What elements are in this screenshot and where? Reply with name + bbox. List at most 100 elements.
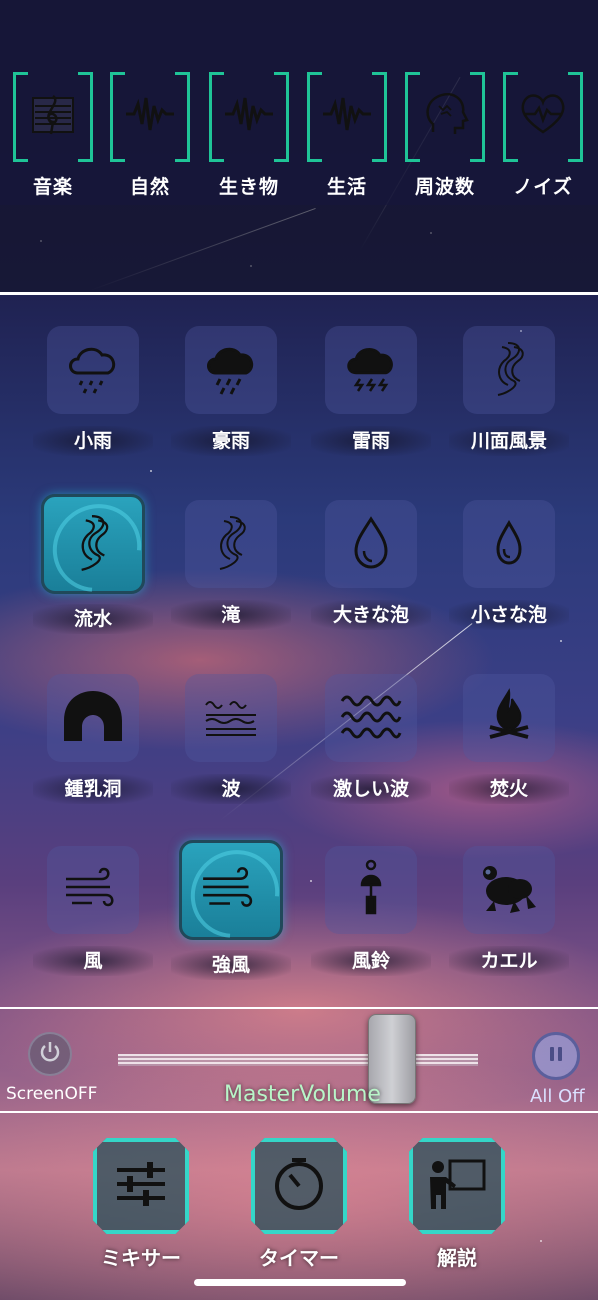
master-volume-track[interactable] <box>118 1054 478 1066</box>
category-label: 生活 <box>326 176 367 198</box>
all-off-label: All Off <box>530 1086 585 1107</box>
mixer-tool[interactable]: ミキサー <box>86 1138 196 1271</box>
sound-label: 強風 <box>171 950 291 980</box>
campfire-icon <box>478 685 540 751</box>
sound-button[interactable] <box>47 326 139 414</box>
sound-button[interactable] <box>463 674 555 762</box>
droplet-icon <box>340 511 402 577</box>
sound-label: カエル <box>449 946 569 976</box>
guide-label: 解説 <box>437 1246 477 1270</box>
sound-label: 焚火 <box>449 774 569 804</box>
sound-label: 波 <box>171 774 291 804</box>
category-nature[interactable]: 自然 <box>110 72 190 199</box>
wind-chime-icon <box>340 857 402 923</box>
sound-button[interactable] <box>185 500 277 588</box>
sound-big-bubbles[interactable]: 大きな泡 <box>302 500 440 630</box>
sound-button[interactable] <box>325 500 417 588</box>
power-icon <box>37 1039 63 1069</box>
sound-label: 流水 <box>33 604 153 634</box>
sound-button[interactable] <box>325 326 417 414</box>
category-bar-shadow <box>0 205 598 293</box>
music-score-icon <box>13 72 93 162</box>
sound-button-active[interactable] <box>41 494 145 594</box>
sound-small-bubbles[interactable]: 小さな泡 <box>440 500 578 630</box>
sound-label: 大きな泡 <box>311 600 431 630</box>
sound-button[interactable] <box>463 500 555 588</box>
category-frequency[interactable]: 周波数 <box>405 72 485 199</box>
mixer-button[interactable] <box>93 1138 189 1234</box>
guide-button[interactable] <box>409 1138 505 1234</box>
category-label: 音楽 <box>32 176 73 198</box>
sound-button-active[interactable] <box>179 840 283 940</box>
timer-tool[interactable]: タイマー <box>244 1138 354 1271</box>
category-life[interactable]: 生活 <box>307 72 387 199</box>
sound-button[interactable] <box>185 674 277 762</box>
category-label: 自然 <box>129 176 170 198</box>
category-creatures[interactable]: 生き物 <box>209 72 289 199</box>
timer-icon <box>270 1155 328 1217</box>
sound-label: 鍾乳洞 <box>33 774 153 804</box>
all-off-button[interactable] <box>532 1032 580 1080</box>
divider-top <box>0 292 598 295</box>
waterfall-icon <box>200 511 262 577</box>
category-noise[interactable]: ノイズ <box>503 72 583 199</box>
sound-label: 風 <box>33 946 153 976</box>
river-icon <box>478 337 540 403</box>
presentation-icon <box>426 1155 488 1217</box>
brain-head-icon <box>405 72 485 162</box>
sound-label: 小さな泡 <box>449 600 569 630</box>
mixer-sliders-icon <box>113 1156 169 1216</box>
mixer-label: ミキサー <box>101 1246 181 1270</box>
waveform-icon <box>110 72 190 162</box>
rough-waves-icon <box>338 685 404 751</box>
waveform-icon <box>209 72 289 162</box>
sound-button[interactable] <box>325 846 417 934</box>
home-indicator[interactable] <box>194 1279 406 1286</box>
sound-button[interactable] <box>463 326 555 414</box>
sound-label: 小雨 <box>33 426 153 456</box>
sound-button[interactable] <box>463 846 555 934</box>
sound-heavy-rain[interactable]: 豪雨 <box>162 326 300 456</box>
sound-button[interactable] <box>325 674 417 762</box>
master-volume-label: MasterVolume <box>224 1082 381 1107</box>
sound-button[interactable] <box>47 846 139 934</box>
sound-light-rain[interactable]: 小雨 <box>24 326 162 456</box>
sound-wind[interactable]: 風 <box>24 846 162 976</box>
sound-riverside[interactable]: 川面風景 <box>440 326 578 456</box>
sound-campfire[interactable]: 焚火 <box>440 674 578 804</box>
category-label: ノイズ <box>513 176 573 198</box>
screen-off-label: ScreenOFF <box>6 1084 98 1104</box>
timer-label: タイマー <box>259 1246 339 1270</box>
pause-icon <box>546 1044 566 1068</box>
sound-button[interactable] <box>47 674 139 762</box>
heavy-rain-icon <box>200 337 262 403</box>
river-icon <box>61 510 125 578</box>
sound-label: 川面風景 <box>449 426 569 456</box>
sound-button[interactable] <box>185 326 277 414</box>
sound-rough-waves[interactable]: 激しい波 <box>302 674 440 804</box>
light-rain-icon <box>62 337 124 403</box>
sound-thunderstorm[interactable]: 雷雨 <box>302 326 440 456</box>
guide-tool[interactable]: 解説 <box>402 1138 512 1271</box>
sound-waves[interactable]: 波 <box>162 674 300 804</box>
wind-icon <box>62 857 124 923</box>
sound-label: 雷雨 <box>311 426 431 456</box>
sound-wind-chime[interactable]: 風鈴 <box>302 846 440 976</box>
sound-label: 風鈴 <box>311 946 431 976</box>
sound-label: 豪雨 <box>171 426 291 456</box>
master-volume-panel: ScreenOFF MasterVolume All Off <box>0 1010 598 1112</box>
sound-cave[interactable]: 鍾乳洞 <box>24 674 162 804</box>
sound-label: 激しい波 <box>311 774 431 804</box>
sound-waterfall[interactable]: 滝 <box>162 500 300 630</box>
thunderstorm-icon <box>340 337 402 403</box>
wind-icon <box>199 856 263 924</box>
screen-off-button[interactable] <box>28 1032 72 1076</box>
sound-strong-wind[interactable]: 強風 <box>162 840 300 980</box>
sound-running-water[interactable]: 流水 <box>24 494 162 634</box>
heartbeat-icon <box>503 72 583 162</box>
waves-icon <box>200 685 262 751</box>
category-music[interactable]: 音楽 <box>13 72 93 199</box>
sound-frog[interactable]: カエル <box>440 846 578 976</box>
category-label: 生き物 <box>218 176 279 198</box>
timer-button[interactable] <box>251 1138 347 1234</box>
